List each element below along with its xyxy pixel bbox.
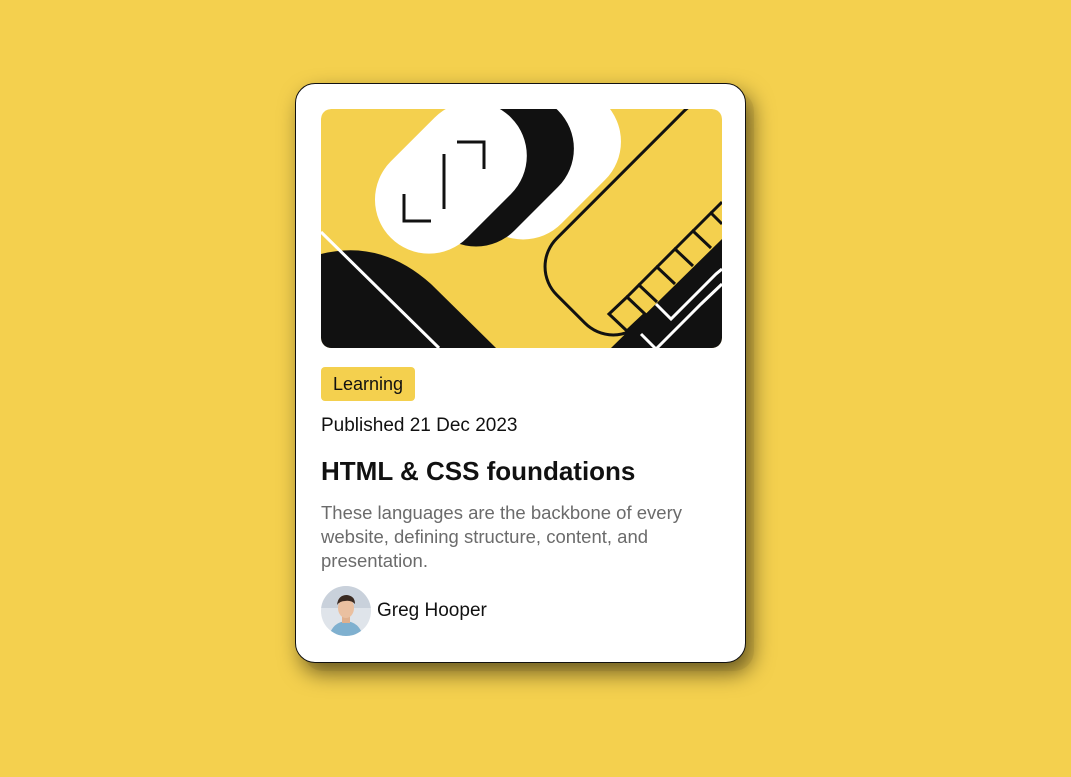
author-avatar-icon bbox=[321, 586, 371, 636]
category-tag: Learning bbox=[321, 367, 416, 401]
author-name[interactable]: Greg Hooper bbox=[377, 600, 487, 622]
card-description: These languages are the backbone of ever… bbox=[321, 502, 682, 571]
card-title[interactable]: HTML & CSS foundations bbox=[321, 455, 720, 487]
blog-preview-card: Learning Published 21 Dec 2023 HTML & CS… bbox=[295, 83, 746, 663]
published-date: Published 21 Dec 2023 bbox=[321, 415, 518, 436]
abstract-geometric-illustration-icon bbox=[321, 109, 722, 348]
author: Greg Hooper bbox=[321, 586, 720, 636]
